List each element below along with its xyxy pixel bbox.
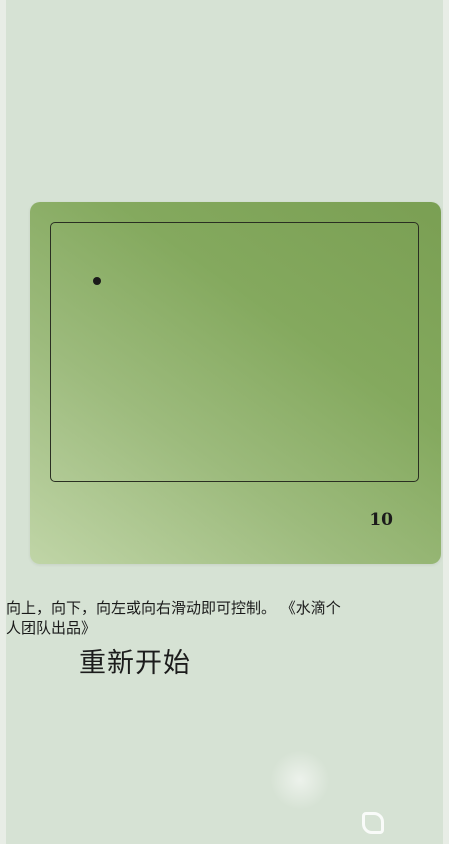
instructions-text: 向上，向下，向左或向右滑动即可控制。 《水滴个 人团队出品》 — [6, 598, 449, 638]
instructions-line-1: 向上，向下，向左或向右滑动即可控制。 《水滴个 — [6, 599, 341, 617]
9you-logo-icon — [362, 812, 384, 834]
light-glow — [270, 750, 330, 810]
snake-dot — [93, 277, 101, 285]
score-display: 10 — [369, 510, 393, 530]
game-panel[interactable]: 10 — [30, 202, 441, 564]
restart-button[interactable]: 重新开始 — [79, 641, 191, 680]
watermark-logo — [362, 810, 386, 835]
game-board[interactable] — [50, 222, 419, 482]
right-edge-strip — [443, 0, 449, 844]
instructions-line-2: 人团队出品》 — [6, 619, 97, 637]
left-edge-strip — [0, 0, 6, 844]
